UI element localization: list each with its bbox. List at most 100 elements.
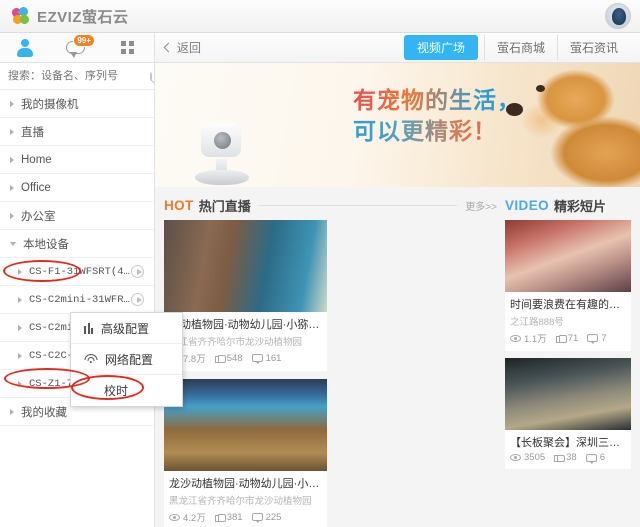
card-stats: 1.1万 71 7: [510, 331, 626, 345]
sidebar-item-office[interactable]: Office: [0, 174, 154, 202]
sidebar-item-my-cameras[interactable]: 我的摄像机: [0, 90, 154, 118]
chevron-left-icon: [164, 43, 174, 53]
chevron-right-icon: [18, 381, 22, 387]
messages-icon[interactable]: 99+: [64, 37, 90, 59]
ezviz-studio-window: EZVIZ萤石云 99+ 返回 视频广场 萤: [0, 0, 640, 527]
likes-count: 381: [227, 512, 243, 523]
views-stat: 1.1万: [510, 331, 547, 345]
hot-live-grid: 沙动植物园·动物幼儿园·小猕猴… 龙江省齐齐哈尔市龙沙动植物园 7.8万 548…: [164, 220, 497, 527]
likes-count: 71: [568, 333, 579, 344]
section-headers: HOT 热门直播 更多>> VIDEO 精彩短片: [155, 187, 640, 220]
app-logo-text: EZVIZ萤石云: [37, 6, 129, 27]
likes-stat: 38: [554, 452, 577, 463]
context-menu-item-label: 网络配置: [105, 351, 153, 368]
thumbs-up-icon: [554, 453, 563, 462]
chevron-right-icon: [10, 185, 14, 191]
context-menu-item-advanced-config[interactable]: 高级配置: [71, 313, 182, 344]
promo-banner[interactable]: 有宠物的生活， 可以更精彩！: [155, 63, 640, 187]
search-input[interactable]: [8, 70, 150, 82]
likes-stat: 71: [556, 333, 579, 344]
device-context-menu: 高级配置 网络配置 校时: [70, 312, 183, 407]
sidebar-device-cs-c2mini-31wfr[interactable]: CS-C2mini-31WFR…: [0, 286, 154, 314]
search-icon[interactable]: [150, 72, 152, 81]
sidebar-item-live[interactable]: 直播: [0, 118, 154, 146]
sidebar-item-local-devices[interactable]: 本地设备: [0, 230, 154, 258]
chevron-right-icon: [10, 213, 14, 219]
sidebar-item-office-cn[interactable]: 办公室: [0, 202, 154, 230]
comment-icon: [587, 334, 598, 342]
top-nav: 视频广场 萤石商城 萤石资讯: [404, 35, 630, 60]
video-title: 精彩短片: [554, 196, 606, 215]
search-box[interactable]: [0, 63, 154, 90]
card-location: 龙江省齐齐哈尔市龙沙动植物园: [169, 334, 322, 348]
comments-stat: 7: [587, 333, 606, 344]
app-logo: EZVIZ萤石云: [0, 6, 129, 27]
chevron-right-icon: [10, 101, 14, 107]
hot-card-2[interactable]: 龙沙动植物园·动物幼儿园·小猕猴… 黑龙江省齐齐哈尔市龙沙动植物园 4.2万 3…: [164, 379, 327, 527]
hot-card-1[interactable]: 沙动植物园·动物幼儿园·小猕猴… 龙江省齐齐哈尔市龙沙动植物园 7.8万 548…: [164, 220, 327, 371]
comments-stat: 225: [252, 512, 282, 523]
views-count: 4.2万: [183, 510, 206, 524]
video-clips-list: 时间要浪费在有趣的事情… 之江路888号 1.1万 71 7 【: [505, 220, 631, 527]
card-title: 时间要浪费在有趣的事情…: [510, 296, 626, 312]
eye-icon: [510, 454, 521, 461]
back-button[interactable]: 返回: [165, 39, 201, 56]
likes-count: 38: [566, 452, 577, 463]
sidebar-device-cs-f1[interactable]: CS-F1-31WFSRT(4…: [0, 258, 154, 286]
card-stats: 3505 38 6: [510, 452, 626, 463]
apps-grid-icon[interactable]: [115, 37, 141, 59]
tab-ezviz-mall[interactable]: 萤石商城: [484, 35, 557, 60]
video-card-2[interactable]: 【长板聚会】深圳三洲田… 3505 38 6: [505, 358, 631, 469]
sidebar-item-label: Office: [21, 182, 51, 194]
thumbnail[interactable]: [505, 220, 631, 292]
chevron-right-icon: [10, 129, 14, 135]
content-columns: 沙动植物园·动物幼儿园·小猕猴… 龙江省齐齐哈尔市龙沙动植物园 7.8万 548…: [155, 220, 640, 527]
thumbnail[interactable]: [164, 379, 327, 471]
context-menu-item-network-config[interactable]: 网络配置: [71, 344, 182, 375]
context-menu-item-time-sync[interactable]: 校时: [71, 375, 182, 406]
body: 我的摄像机 直播 Home Office 办公室 本地设备: [0, 63, 640, 527]
sidebar-item-label: 直播: [21, 124, 44, 140]
context-menu-item-label: 校时: [104, 382, 128, 399]
camera-product-image: [195, 123, 249, 185]
video-card-1[interactable]: 时间要浪费在有趣的事情… 之江路888号 1.1万 71 7: [505, 220, 631, 351]
chevron-right-icon: [18, 269, 22, 275]
sidebar-item-label: 我的摄像机: [21, 96, 79, 112]
hot-more-link[interactable]: 更多>>: [465, 198, 497, 213]
thumbs-up-icon: [556, 334, 565, 343]
chevron-right-icon: [18, 297, 22, 303]
messages-badge: 99+: [73, 34, 95, 47]
card-location: 黑龙江省齐齐哈尔市龙沙动植物园: [169, 493, 322, 507]
tab-video-plaza[interactable]: 视频广场: [404, 35, 478, 60]
banner-text: 有宠物的生活， 可以更精彩！: [353, 85, 521, 147]
context-menu-item-label: 高级配置: [101, 320, 149, 337]
sidebar-item-label: 本地设备: [23, 236, 69, 252]
thumbnail[interactable]: [505, 358, 631, 430]
video-section-header: VIDEO 精彩短片: [497, 196, 631, 215]
views-count: 3505: [524, 452, 545, 463]
user-avatar[interactable]: [605, 3, 631, 29]
sidebar-item-label: 我的收藏: [21, 404, 67, 420]
thumbnail[interactable]: [164, 220, 327, 312]
sidebar-item-label: CS-F1-31WFSRT(4…: [29, 266, 130, 278]
tab-ezviz-news[interactable]: 萤石资讯: [557, 35, 630, 60]
chevron-right-icon: [18, 353, 22, 359]
sidebar-item-home[interactable]: Home: [0, 146, 154, 174]
comments-count: 225: [266, 512, 282, 523]
play-icon[interactable]: [131, 293, 144, 306]
chevron-right-icon: [10, 157, 14, 163]
toolbar-main: 返回 视频广场 萤石商城 萤石资讯: [155, 33, 640, 62]
sliders-icon: [84, 323, 93, 334]
views-stat: 4.2万: [169, 510, 206, 524]
toolbar: 99+ 返回 视频广场 萤石商城 萤石资讯: [0, 33, 640, 63]
hot-section-header: HOT 热门直播 更多>>: [164, 196, 497, 215]
play-icon[interactable]: [131, 265, 144, 278]
comments-count: 7: [601, 333, 606, 344]
account-icon[interactable]: [13, 37, 39, 59]
card-location: 之江路888号: [510, 314, 626, 328]
banner-line-1: 有宠物的生活，: [353, 85, 521, 116]
likes-stat: 381: [215, 512, 243, 523]
sidebar-item-label: Home: [21, 154, 52, 166]
comment-icon: [252, 513, 263, 521]
comments-count: 161: [266, 353, 282, 364]
